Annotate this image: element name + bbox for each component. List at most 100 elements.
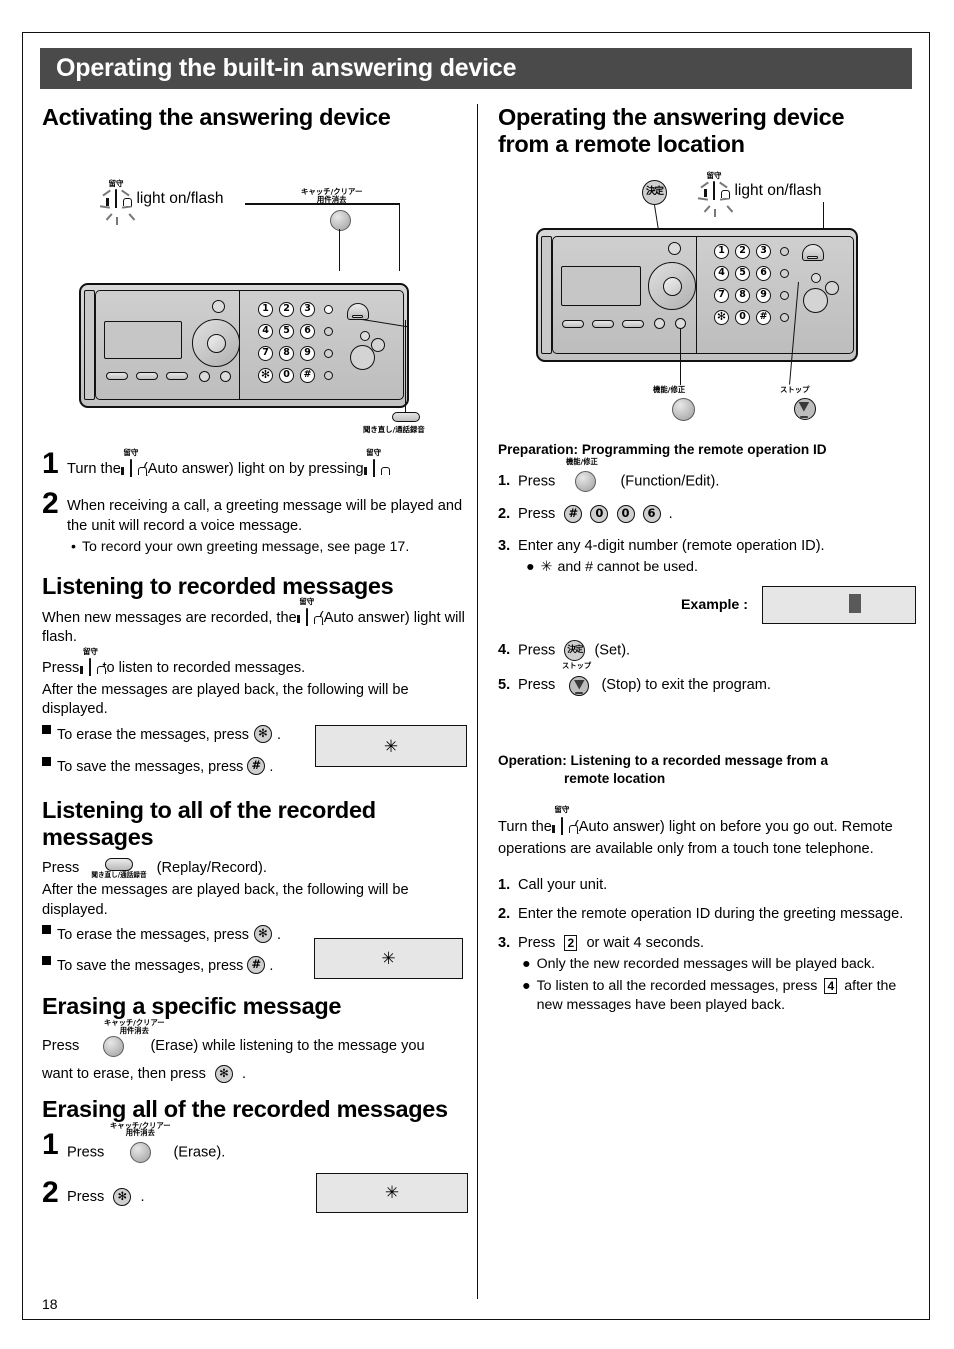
function-button-icon[interactable] xyxy=(575,470,597,492)
star-key-icon: ✻ xyxy=(113,1188,132,1207)
soft-key xyxy=(562,319,584,328)
ray-icon xyxy=(719,181,728,188)
lcd-display-erase-save-all: ✳ xyxy=(314,937,463,979)
device-button xyxy=(654,317,665,329)
keypad-key-hash: # xyxy=(756,309,771,325)
example-label: Example : xyxy=(680,597,748,614)
operation-step-3: 3. Press 2 or wait 4 seconds. ● Only the… xyxy=(498,933,916,1016)
step-number: 4. xyxy=(498,642,511,659)
step-number: 5. xyxy=(498,677,511,694)
star-key-icon: ✻ xyxy=(214,1064,233,1083)
soft-key xyxy=(136,372,158,381)
function-button-callout-icon xyxy=(672,397,695,421)
step-number: 1 xyxy=(42,1127,59,1161)
six-key-icon: 6 xyxy=(642,504,661,523)
auto-answer-dome-icon: 留守 xyxy=(296,598,323,628)
replay-record-label: 聞き直し/通話録音 xyxy=(363,425,425,435)
section-activating-title: Activating the answering device xyxy=(42,104,391,130)
manual-page: Operating the built-in answering device … xyxy=(0,0,954,1349)
page-title: Operating the built-in answering device xyxy=(56,54,517,82)
bullet-dot-icon: ● xyxy=(522,977,531,994)
step-2: 2 When receiving a call, a greeting mess… xyxy=(42,489,474,557)
navigator-dial-center xyxy=(663,276,682,296)
soft-key xyxy=(622,319,644,328)
ray-icon xyxy=(128,213,136,221)
stop-button-label: ストップ xyxy=(780,384,810,394)
keypad-key-5: 5 xyxy=(735,265,750,281)
step-text: Press ✻ . xyxy=(67,1188,145,1207)
clear-button-label: キャッチ/クリアー 用件消去 xyxy=(110,1120,171,1138)
auto-answer-dome-icon: 留守 xyxy=(106,180,132,209)
page-header: Operating the built-in answering device xyxy=(40,48,912,89)
step-text: Enter the remote operation ID during the… xyxy=(518,905,904,922)
set-button-callout-icon: 決定 xyxy=(642,179,667,205)
step-text: When receiving a call, a greeting messag… xyxy=(67,497,463,534)
ray-icon xyxy=(726,204,734,212)
stop-button-callout-icon xyxy=(794,397,816,420)
ray-icon xyxy=(99,205,111,209)
set-button-icon[interactable]: 決定 xyxy=(564,640,586,662)
listen-all-after: After the messages are played back, the … xyxy=(42,881,409,918)
flash-rays: 留守 xyxy=(697,172,734,217)
speaker-ring xyxy=(803,287,828,313)
device-lcd-screen xyxy=(104,321,182,360)
step-text: Call your unit. xyxy=(518,876,608,893)
square-bullet-icon xyxy=(42,756,51,766)
star-key-icon: ✻ xyxy=(253,924,272,943)
erase-button-icon[interactable] xyxy=(103,1035,125,1057)
ray-icon xyxy=(105,213,113,221)
ray-icon xyxy=(116,217,118,226)
keypad-key-star: ✻ xyxy=(714,309,729,325)
flash-rays: 留守 xyxy=(99,180,136,226)
device-diagram-right: 決定 留守 light on/flash 1 2 3 4 5 6 7 8 9 ✻… xyxy=(498,170,916,450)
light-on-flash-label: light on/flash xyxy=(136,190,224,208)
section-erase-specific-title: Erasing a specific message xyxy=(42,992,342,1019)
step-number: 3. xyxy=(498,935,511,952)
erase-all-step-1: 1 キャッチ/クリアー 用件消去 Press (Erase). xyxy=(42,1121,474,1163)
step-number: 2. xyxy=(498,905,511,922)
leader-line xyxy=(405,320,407,413)
listening-intro: When new messages are recorded, the 留守 (… xyxy=(42,596,465,646)
clear-button-label: キャッチ/クリアー 用件消去 xyxy=(104,1017,165,1035)
auto-answer-indicator: 留守 light on/flash xyxy=(99,180,224,226)
device-hinge xyxy=(84,290,95,401)
replay-record-button-icon: 聞き直し/通話録音 xyxy=(91,857,147,879)
keypad-key-9: 9 xyxy=(756,287,771,303)
star-key-icon: ✻ xyxy=(253,725,272,744)
function-button-label: 機能/修正 xyxy=(566,456,598,466)
prep-step-1: 1. 機能/修正 Press (Function/Edit). xyxy=(498,457,916,492)
leader-line xyxy=(680,328,682,385)
square-bullet-icon xyxy=(42,924,51,934)
prep-step-2: 2. Press # 0 0 6 . xyxy=(498,504,916,524)
step-text: Enter any 4-digit number (remote operati… xyxy=(518,536,916,578)
step-text: Press 決定 (Set). xyxy=(518,640,916,662)
step-number: 2. xyxy=(498,505,511,522)
lcd-text: ✳ xyxy=(381,948,396,968)
listen-all-press: Press 聞き直し/通話録音 (Replay/Record). xyxy=(42,857,474,879)
soft-key xyxy=(592,319,614,328)
step-text: ストップ Press (Stop) to exit the program. xyxy=(518,662,916,696)
keypad-key-6: 6 xyxy=(756,265,771,281)
step-text: 機能/修正 Press (Function/Edit). xyxy=(518,457,916,492)
stop-button-icon[interactable] xyxy=(569,675,590,696)
light-on-flash-label: light on/flash xyxy=(734,181,822,199)
operation-heading: Operation: Listening to a recorded messa… xyxy=(498,752,829,786)
leader-line xyxy=(339,229,341,272)
ray-icon xyxy=(697,196,709,200)
auto-answer-dome-icon: 留守 xyxy=(120,449,147,479)
soft-key xyxy=(106,372,128,381)
section-remote-title: Operating the answering device from a re… xyxy=(498,104,845,157)
hash-key-icon: # xyxy=(564,504,583,523)
bullet-dot-icon: ● xyxy=(522,956,531,973)
device-hinge xyxy=(541,235,552,354)
lcd-text: ✳ xyxy=(383,736,399,756)
clear-button-label: キャッチ/クリアー 用件消去 xyxy=(301,187,363,205)
operation-step-1: 1. Call your unit. xyxy=(498,875,916,895)
auto-answer-dome-icon: 留守 xyxy=(551,806,578,838)
device-lcd-screen xyxy=(561,265,641,306)
ray-icon xyxy=(102,189,111,197)
speaker-ring-small xyxy=(825,280,839,295)
zero-key-icon: 0 xyxy=(616,504,635,523)
lcd-text: ✳ xyxy=(384,1183,400,1203)
erase-button-icon[interactable] xyxy=(130,1141,152,1163)
